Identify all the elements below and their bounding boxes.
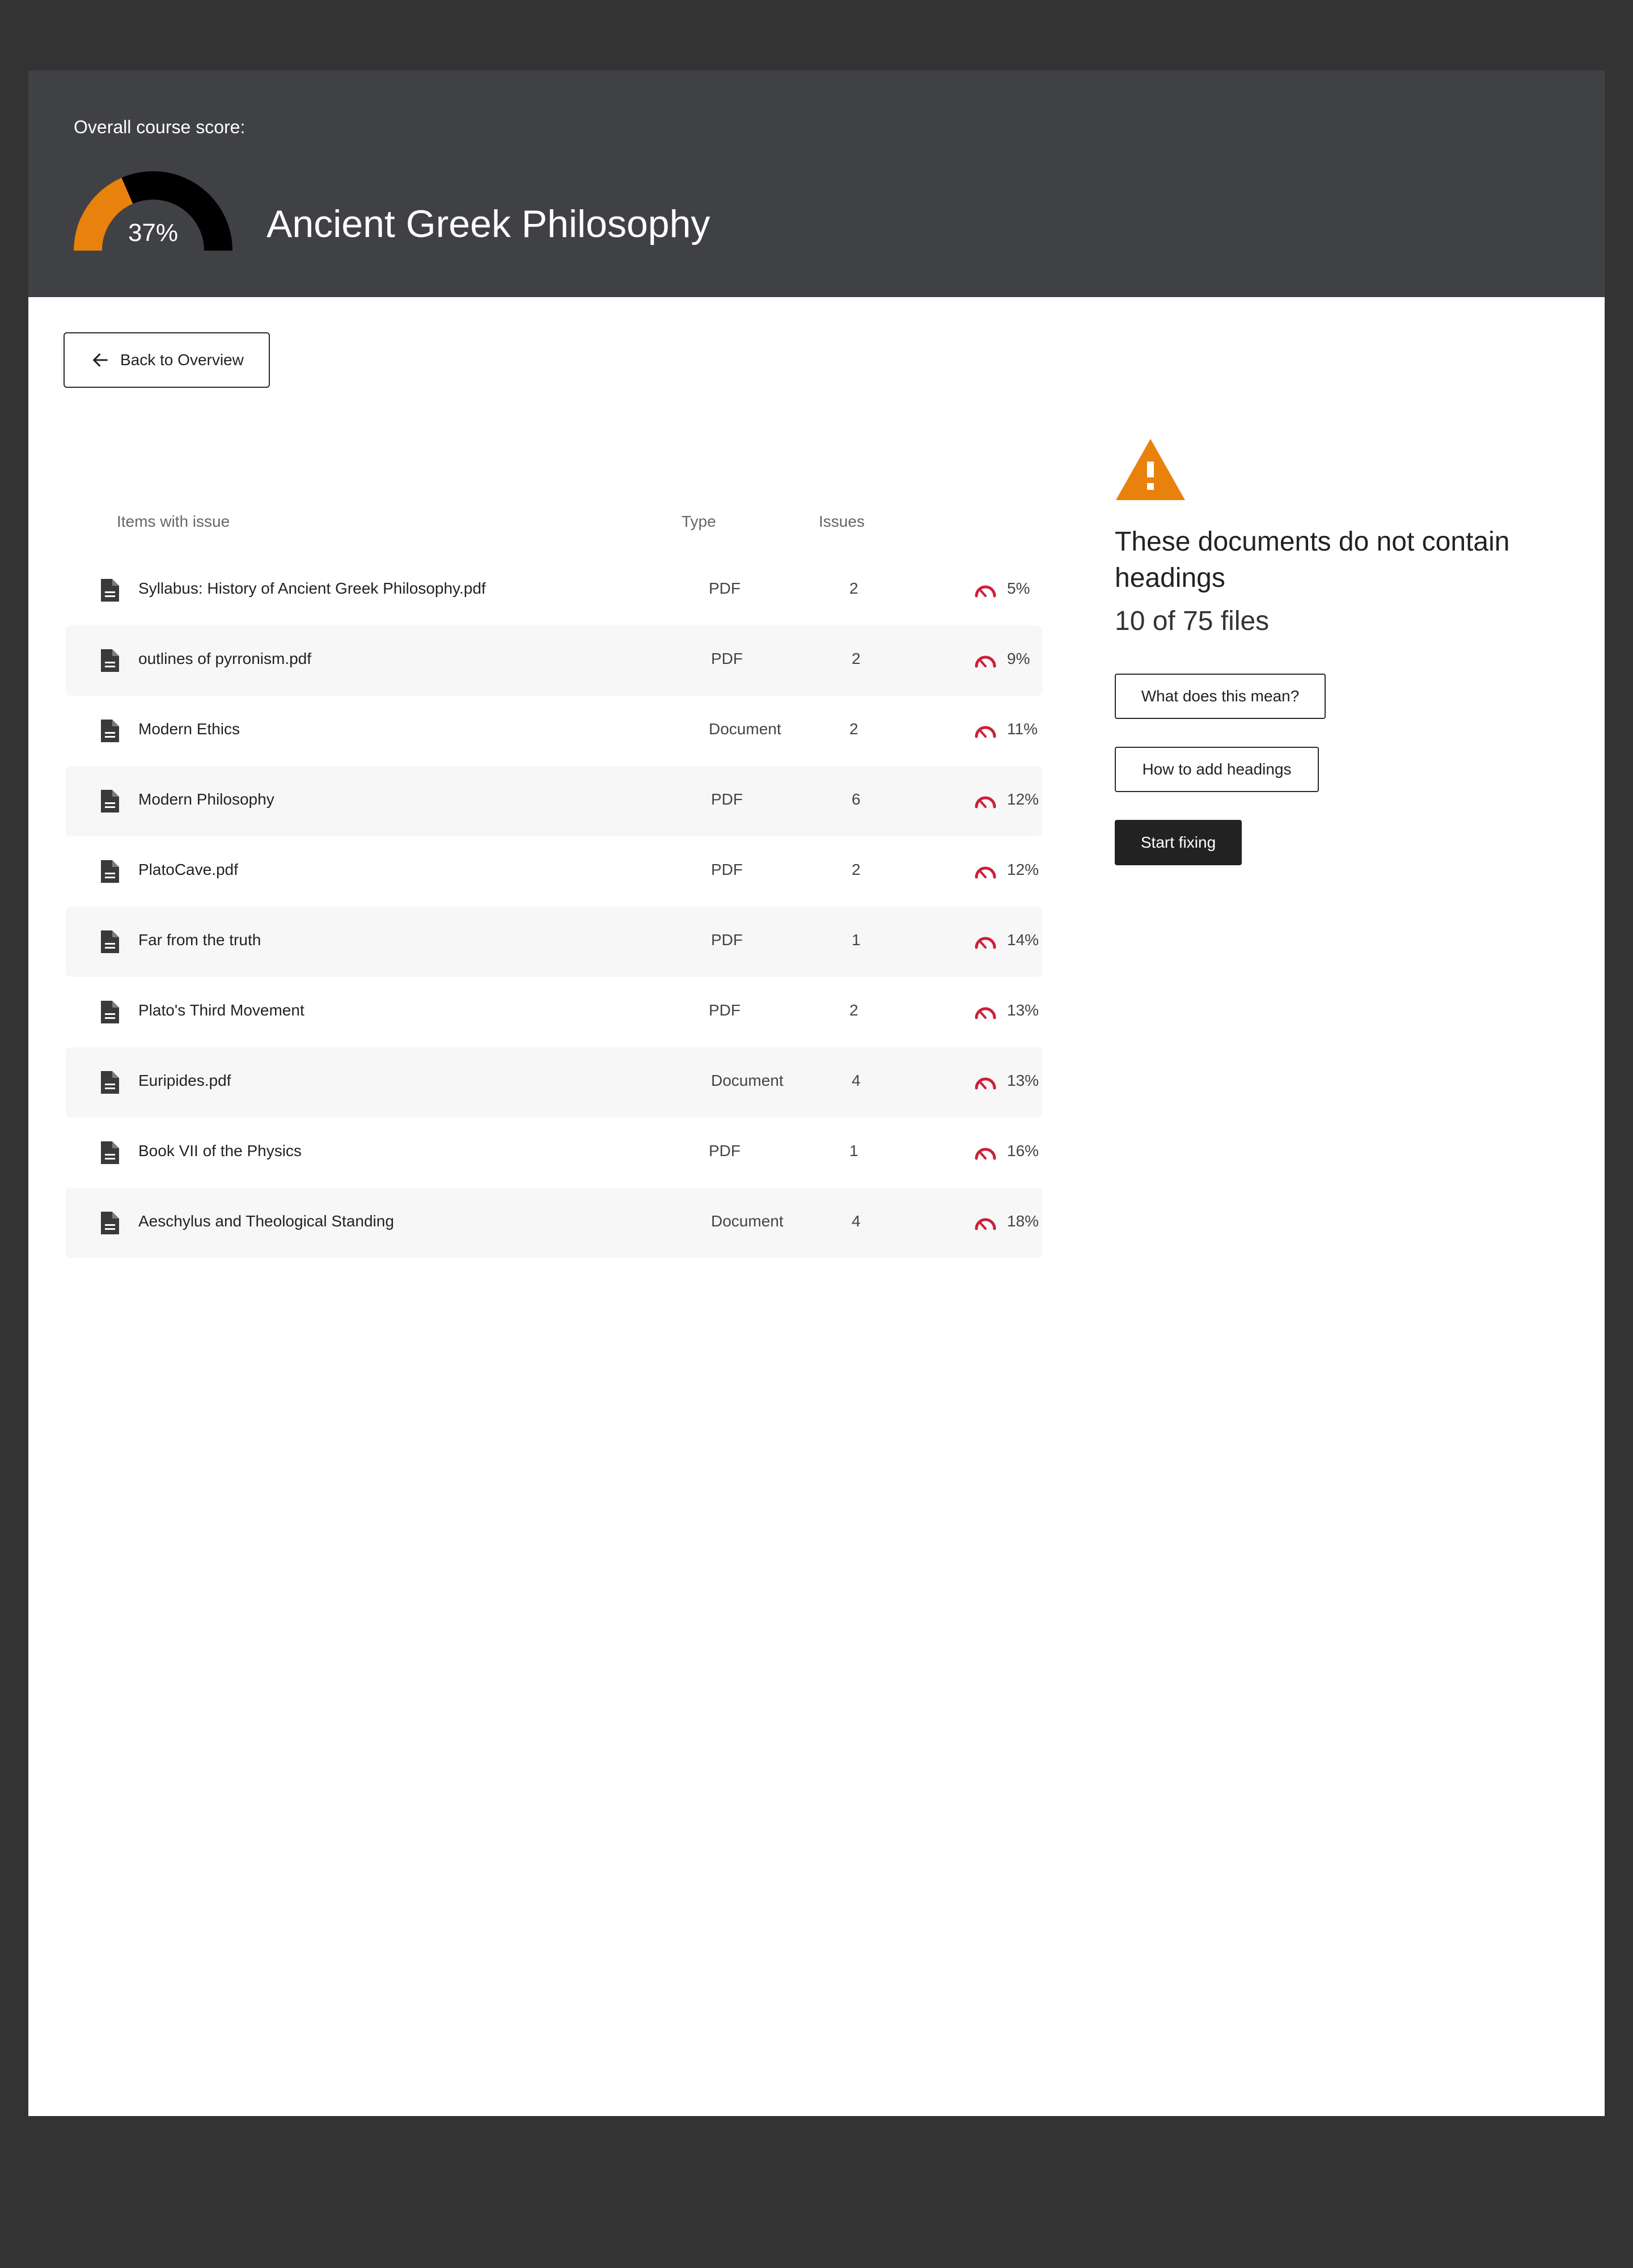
table-row[interactable]: PlatoCave.pdf PDF 2 12% <box>66 836 1042 907</box>
start-fixing-button[interactable]: Start fixing <box>1115 820 1242 865</box>
row-score: 5% <box>1007 579 1030 597</box>
row-issue-count: 2 <box>849 579 858 597</box>
document-icon <box>101 1071 119 1094</box>
row-issue-count: 6 <box>852 790 861 808</box>
row-issue-count: 4 <box>852 1072 861 1089</box>
row-item-type: PDF <box>711 861 743 878</box>
row-issue-count: 2 <box>852 861 861 878</box>
row-item-name[interactable]: Aeschylus and Theological Standing <box>138 1212 394 1230</box>
row-item-type: PDF <box>711 650 743 667</box>
row-issue-count: 1 <box>852 931 861 949</box>
table-row[interactable]: Aeschylus and Theological Standing Docume… <box>66 1188 1042 1258</box>
row-item-type: PDF <box>709 579 741 597</box>
column-header-type: Type <box>682 513 716 530</box>
table-row[interactable]: Modern Philosophy PDF 6 12% <box>66 766 1042 836</box>
table-row[interactable]: Book VII of the Physics PDF 1 16% <box>66 1118 1042 1188</box>
row-item-name[interactable]: Euripides.pdf <box>138 1072 231 1090</box>
arrow-left-icon <box>93 353 108 367</box>
row-issue-count: 2 <box>852 650 861 667</box>
document-icon <box>101 649 119 672</box>
table-row[interactable]: Syllabus: History of Ancient Greek Philo… <box>66 555 1042 625</box>
gauge-meter-icon <box>975 1218 996 1230</box>
table-row[interactable]: Euripides.pdf Document 4 13% <box>66 1047 1042 1118</box>
row-item-name[interactable]: Syllabus: History of Ancient Greek Philo… <box>138 579 486 598</box>
row-score: 13% <box>1007 1001 1039 1019</box>
document-icon <box>101 720 119 742</box>
row-score: 13% <box>1007 1072 1039 1089</box>
row-issue-count: 1 <box>849 1142 858 1160</box>
row-item-type: PDF <box>709 1142 741 1160</box>
row-item-type: PDF <box>709 1001 741 1019</box>
back-button-label: Back to Overview <box>120 351 244 369</box>
table-row[interactable]: Plato's Third Movement PDF 2 13% <box>66 977 1042 1047</box>
row-item-type: PDF <box>711 790 743 808</box>
row-item-name[interactable]: PlatoCave.pdf <box>138 861 238 879</box>
gauge-meter-icon <box>975 726 996 738</box>
gauge-meter-icon <box>975 1077 996 1090</box>
column-header-item: Items with issue <box>117 513 230 530</box>
table-row[interactable]: Far from the truth PDF 1 14% <box>66 907 1042 977</box>
row-item-name[interactable]: Modern Philosophy <box>138 790 274 809</box>
row-score: 9% <box>1007 650 1030 667</box>
row-item-type: Document <box>709 720 781 738</box>
document-icon <box>101 1212 119 1234</box>
gauge-meter-icon <box>975 585 996 598</box>
panel-title: These documents do not contain headings <box>1115 527 1510 593</box>
row-issue-count: 4 <box>852 1212 861 1230</box>
score-percentage: 37% <box>128 219 179 247</box>
row-score: 18% <box>1007 1212 1039 1230</box>
row-item-type: Document <box>711 1072 784 1089</box>
document-icon <box>101 1141 119 1164</box>
row-score: 12% <box>1007 861 1039 878</box>
gauge-meter-icon <box>975 937 996 949</box>
row-item-name[interactable]: Modern Ethics <box>138 720 240 738</box>
document-icon <box>101 860 119 883</box>
issues-table: Syllabus: History of Ancient Greek Philo… <box>66 555 1042 1258</box>
row-issue-count: 2 <box>849 1001 858 1019</box>
how-to-add-headings-button[interactable]: How to add headings <box>1115 747 1319 792</box>
warning-icon <box>1116 439 1185 500</box>
course-title: Ancient Greek Philosophy <box>266 202 710 246</box>
gauge-meter-icon <box>975 866 996 879</box>
row-item-type: PDF <box>711 931 743 949</box>
document-icon <box>101 790 119 813</box>
table-row[interactable]: outlines of pyrronism.pdf PDF 2 9% <box>66 625 1042 696</box>
row-score: 12% <box>1007 790 1039 808</box>
document-icon <box>101 930 119 953</box>
row-item-name[interactable]: Book VII of the Physics <box>138 1142 302 1160</box>
gauge-meter-icon <box>975 1148 996 1160</box>
back-to-overview-button[interactable]: Back to Overview <box>64 332 270 388</box>
row-score: 11% <box>1007 720 1038 738</box>
gauge-meter-icon <box>975 796 996 809</box>
table-row[interactable]: Modern Ethics Document 2 11% <box>66 696 1042 766</box>
course-header: Overall course score: 37% Ancient Greek … <box>28 70 1605 297</box>
document-icon <box>101 579 119 602</box>
row-score: 16% <box>1007 1142 1039 1160</box>
app-frame: Overall course score: 37% Ancient Greek … <box>28 70 1605 2116</box>
column-header-issues: Issues <box>819 513 865 530</box>
row-issue-count: 2 <box>849 720 858 738</box>
row-item-name[interactable]: Far from the truth <box>138 931 261 949</box>
row-item-type: Document <box>711 1212 784 1230</box>
row-item-name[interactable]: Plato's Third Movement <box>138 1001 304 1019</box>
gauge-meter-icon <box>975 1007 996 1019</box>
panel-file-count: 10 of 75 files <box>1115 606 1270 636</box>
document-icon <box>101 1001 119 1023</box>
gauge-meter-icon <box>975 655 996 668</box>
score-label: Overall course score: <box>74 117 246 137</box>
row-item-name[interactable]: outlines of pyrronism.pdf <box>138 650 311 668</box>
what-does-this-mean-button[interactable]: What does this mean? <box>1115 674 1326 719</box>
row-score: 14% <box>1007 931 1039 949</box>
